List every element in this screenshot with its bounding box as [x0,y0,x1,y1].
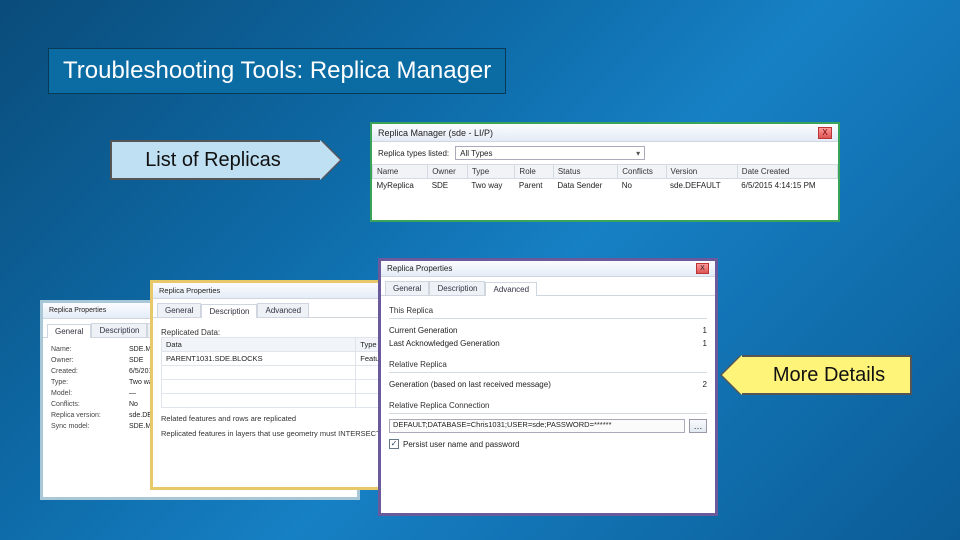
tab-general[interactable]: General [157,303,201,317]
col-date[interactable]: Date Created [737,165,837,179]
replica-types-select[interactable]: All Types [455,146,645,160]
window-title: Replica Properties [159,286,220,295]
slide-title: Troubleshooting Tools: Replica Manager [48,48,506,94]
callout-details-label: More Details [742,355,912,395]
tab-description[interactable]: Description [429,281,485,295]
col-version[interactable]: Version [666,165,737,179]
relative-replica-label: Relative Replica [389,360,707,369]
tab-advanced[interactable]: Advanced [257,303,309,317]
tab-general[interactable]: General [385,281,429,295]
replica-manager-window: Replica Manager (sde - LI/P) X Replica t… [370,122,840,222]
close-button[interactable]: X [696,263,709,274]
col-role[interactable]: Role [515,165,553,179]
chevron-right-icon [320,140,340,180]
callout-more-details: More Details [722,355,912,395]
col-owner[interactable]: Owner [428,165,468,179]
window-title: Replica Properties [49,307,106,314]
close-button[interactable]: X [818,127,832,139]
table-row[interactable]: MyReplica SDE Two way Parent Data Sender… [373,179,838,193]
tab-advanced[interactable]: Advanced [485,282,537,296]
window-title: Replica Properties [387,264,452,273]
replica-table: Name Owner Type Role Status Conflicts Ve… [372,164,838,192]
tab-general[interactable]: General [47,324,91,338]
browse-connection-button[interactable]: … [689,419,707,433]
relative-generation-value: 2 [703,380,707,389]
persist-credentials-checkbox[interactable]: ✓ [389,439,399,449]
callout-list-label: List of Replicas [110,140,320,180]
col-type[interactable]: Type [467,165,515,179]
tab-description[interactable]: Description [201,304,257,318]
col-conflicts[interactable]: Conflicts [618,165,666,179]
last-ack-generation-value: 1 [703,339,707,348]
relative-connection-label: Relative Replica Connection [389,401,707,410]
col-status[interactable]: Status [553,165,617,179]
this-replica-label: This Replica [389,306,707,315]
persist-credentials-label: Persist user name and password [403,440,520,449]
tab-description[interactable]: Description [91,323,147,337]
callout-list-of-replicas: List of Replicas [110,140,340,180]
replica-properties-advanced-window: Replica Properties X General Description… [378,258,718,516]
col-name[interactable]: Name [373,165,428,179]
connection-string-input[interactable]: DEFAULT;DATABASE=Chris1031;USER=sde;PASS… [389,419,685,433]
replica-manager-title: Replica Manager (sde - LI/P) [378,128,493,138]
current-generation-value: 1 [703,326,707,335]
chevron-left-icon [722,355,742,395]
replica-types-label: Replica types listed: [378,149,449,158]
